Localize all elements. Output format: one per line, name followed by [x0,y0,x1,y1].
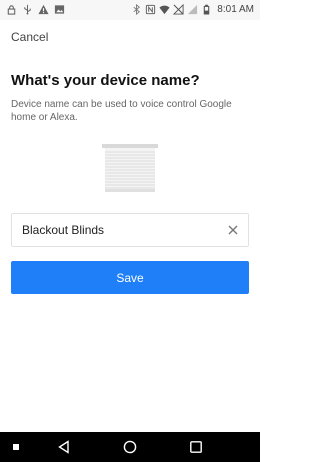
bluetooth-icon [131,3,142,15]
close-icon[interactable] [226,223,240,237]
navigation-bar [0,432,260,462]
warning-icon [38,3,49,15]
nfc-icon [145,3,156,15]
signal-icon [187,3,198,15]
home-icon[interactable] [122,439,138,455]
page-title: What's your device name? [11,72,200,89]
page-subtitle: Device name can be used to voice control… [11,99,232,123]
no-signal-icon [173,3,184,15]
square-icon[interactable] [8,439,24,455]
cancel-button[interactable]: Cancel [11,30,48,44]
device-name-input[interactable] [22,214,212,246]
image-icon [54,3,65,15]
device-name-field [11,213,249,247]
status-right: 8:01 AM [131,3,254,15]
back-icon[interactable] [56,439,72,455]
status-time: 8:01 AM [217,3,254,15]
save-button[interactable]: Save [11,261,249,294]
lock-icon [6,3,17,15]
recents-icon[interactable] [188,439,204,455]
status-bar: 8:01 AM [0,0,260,20]
blinds-icon [102,144,158,192]
battery-icon [201,3,212,15]
status-left [6,3,65,15]
wifi-icon [159,3,170,15]
usb-icon [22,3,33,15]
